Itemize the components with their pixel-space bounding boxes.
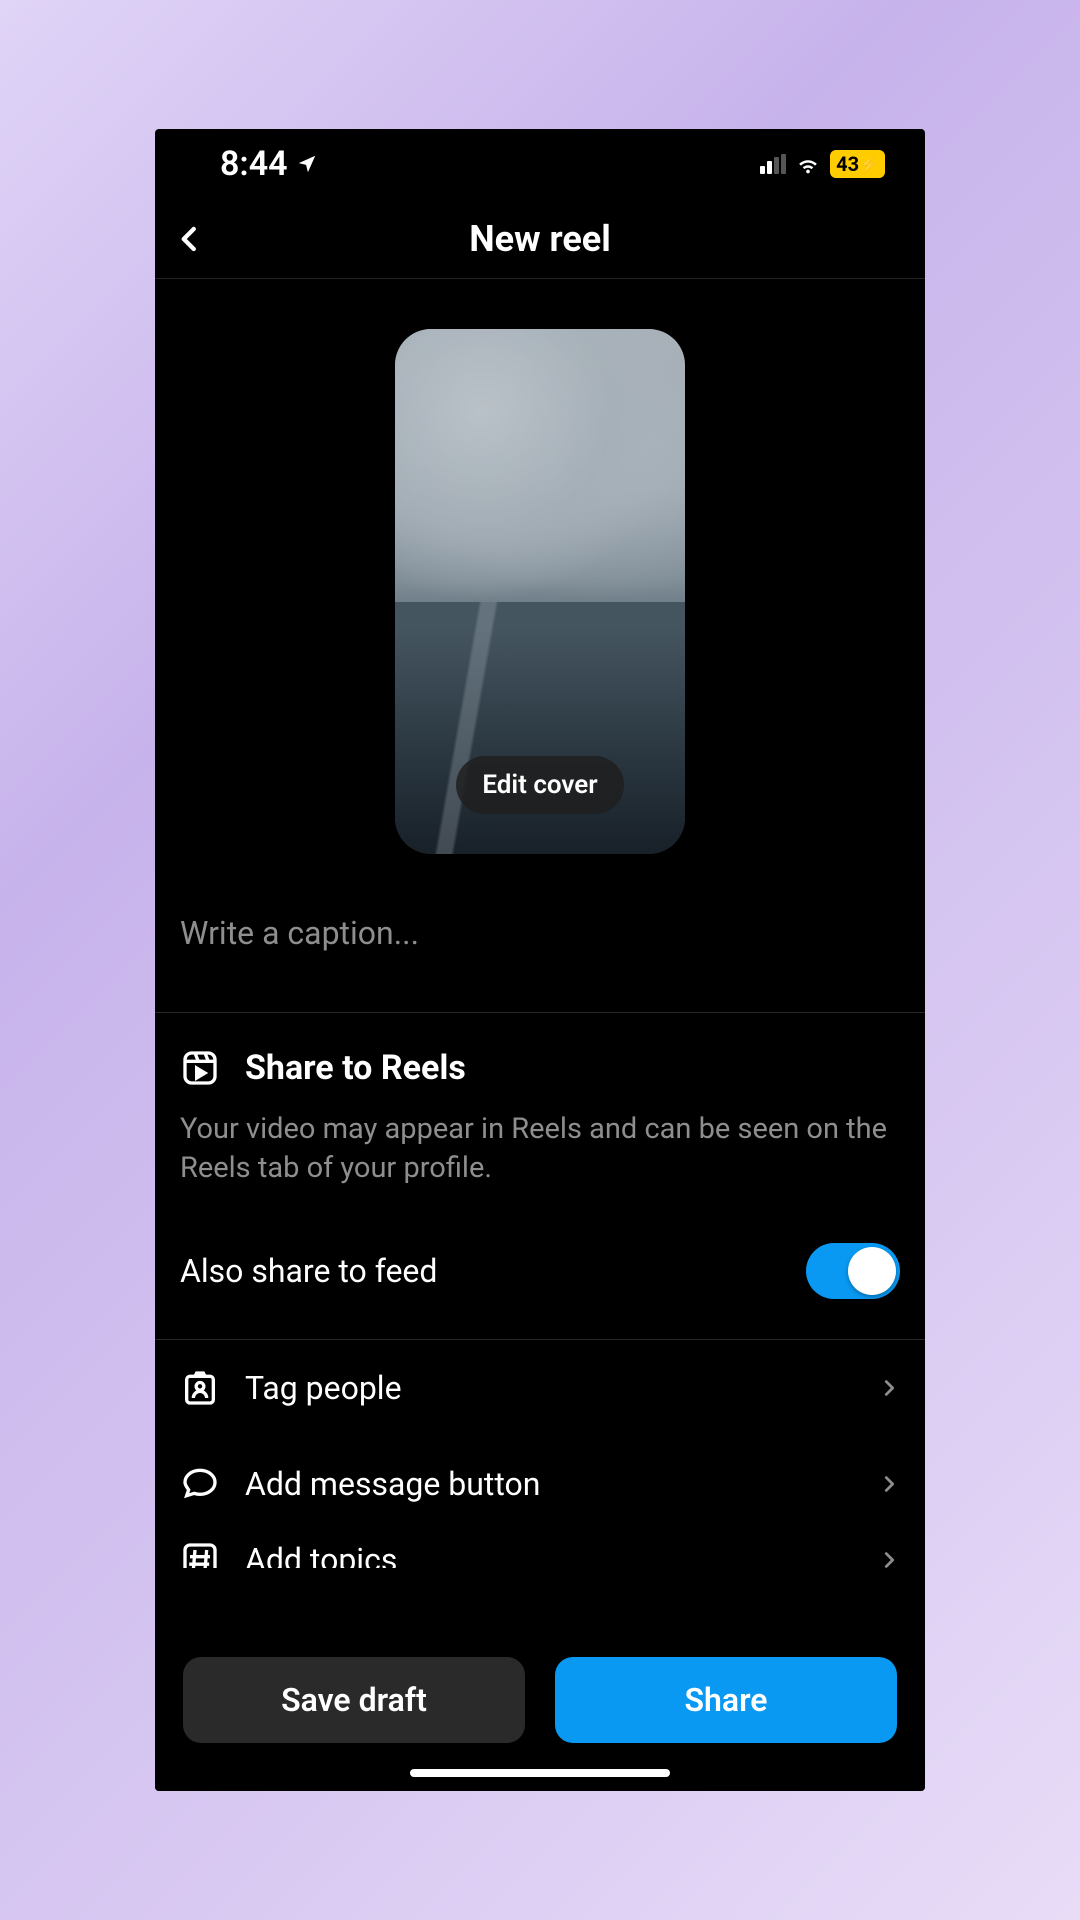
options-list: Tag people Add message button Add topi [155,1340,925,1568]
back-button[interactable] [175,220,205,258]
nav-header: New reel [155,199,925,279]
cover-section: Edit cover [155,279,925,904]
chevron-right-icon [878,1374,900,1402]
bottom-bar: Save draft Share [155,1633,925,1791]
cover-preview[interactable]: Edit cover [395,329,685,854]
caption-input[interactable] [180,914,900,952]
phone-frame: 8:44 43⚡ New reel Edit cover [155,129,925,1791]
content-area: Edit cover Share to Reels Your video may… [155,279,925,1791]
share-to-reels-section: Share to Reels Your video may appear in … [155,1013,925,1213]
message-icon [180,1464,220,1504]
wifi-icon [794,153,822,175]
home-indicator[interactable] [410,1769,670,1777]
also-share-feed-toggle[interactable] [806,1243,900,1299]
option-tag-people[interactable]: Tag people [155,1340,925,1436]
share-to-reels-header: Share to Reels [180,1048,900,1088]
page-title: New reel [155,218,925,260]
share-to-reels-title: Share to Reels [245,1048,466,1088]
reels-icon [180,1048,220,1088]
battery-level: 43 [836,152,859,176]
save-draft-button[interactable]: Save draft [183,1657,525,1743]
location-icon [296,153,318,175]
hashtag-icon [180,1540,220,1568]
option-label: Add topics [245,1541,853,1568]
edit-cover-button[interactable]: Edit cover [456,756,623,814]
status-right: 43⚡ [760,150,885,178]
status-time: 8:44 [220,144,288,184]
chevron-right-icon [878,1470,900,1498]
caption-area [155,904,925,1012]
tag-person-icon [180,1368,220,1408]
chevron-right-icon [878,1546,900,1568]
also-share-feed-row: Also share to feed [155,1213,925,1339]
option-label: Add message button [245,1465,853,1503]
option-label: Tag people [245,1369,853,1407]
toggle-knob [848,1247,896,1295]
cellular-icon [760,154,786,174]
status-bar: 8:44 43⚡ [155,129,925,199]
battery-icon: 43⚡ [830,150,885,178]
share-button[interactable]: Share [555,1657,897,1743]
also-share-feed-label: Also share to feed [180,1252,437,1290]
share-to-reels-description: Your video may appear in Reels and can b… [180,1110,900,1188]
option-add-topics[interactable]: Add topics [155,1532,925,1568]
status-left: 8:44 [220,144,318,184]
option-add-message-button[interactable]: Add message button [155,1436,925,1532]
